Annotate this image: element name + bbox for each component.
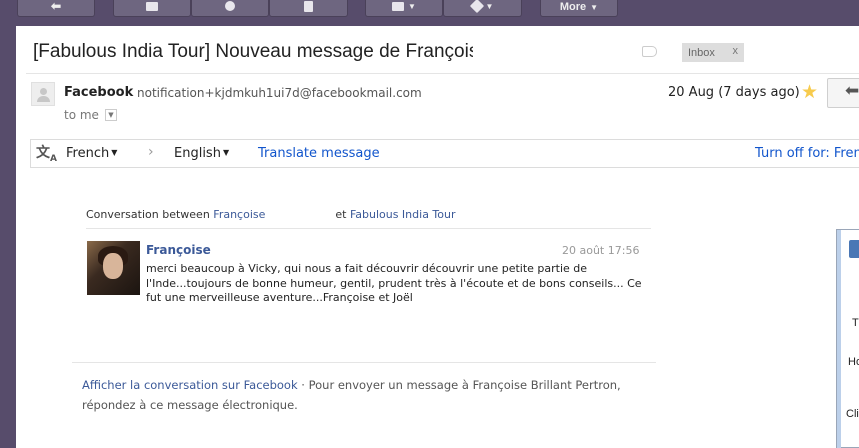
message-subject: [Fabulous India Tour] Nouveau message de… <box>33 41 473 62</box>
message-timestamp: 20 août 17:56 <box>562 244 640 257</box>
sender-avatar <box>31 82 55 106</box>
author-photo[interactable] <box>87 241 140 295</box>
show-details-dropdown[interactable]: ▼ <box>105 109 117 121</box>
move-to-button[interactable]: ▼ <box>365 0 443 17</box>
conversation-conjunction: et <box>335 208 347 221</box>
label-tag-icon <box>469 0 484 14</box>
source-language-select[interactable]: French ▼ <box>66 146 117 161</box>
spam-icon <box>225 1 235 11</box>
sender-name: Facebook <box>64 85 134 100</box>
more-button[interactable]: More ▼ <box>540 0 618 17</box>
turn-off-translation-link[interactable]: Turn off for: French <box>755 146 859 161</box>
arrow-right-icon: › <box>148 144 154 160</box>
participant-link-1[interactable]: Françoise <box>213 208 265 221</box>
chevron-down-icon: ▼ <box>222 148 230 157</box>
label-icon[interactable] <box>642 46 657 57</box>
message-date: 20 Aug (7 days ago) <box>668 85 800 100</box>
participant-link-2[interactable]: Fabulous India Tour <box>350 208 456 221</box>
side-window: T Ho Clic <box>836 229 859 448</box>
archive-icon <box>146 1 158 11</box>
side-text-2: Ho <box>848 356 859 368</box>
message-text: merci beaucoup à Vicky, qui nous a fait … <box>146 262 642 304</box>
inbox-label: Inbox <box>688 46 715 59</box>
translate-bar: 文A French ▼ › English ▼ Translate message … <box>30 139 859 168</box>
target-language: English <box>174 146 221 161</box>
trash-icon <box>304 0 313 12</box>
star-icon[interactable]: ★ <box>801 81 818 103</box>
message-author-link[interactable]: Françoise <box>146 243 211 257</box>
window-icon <box>849 240 859 258</box>
translate-message-link[interactable]: Translate message <box>258 146 380 161</box>
chevron-down-icon: ▼ <box>408 1 416 11</box>
view-on-facebook-link[interactable]: Afficher la conversation sur Facebook <box>82 378 298 392</box>
side-text-3: Clic <box>846 408 859 420</box>
translate-icon: 文A <box>36 145 57 164</box>
conversation-divider <box>86 228 651 229</box>
delete-button[interactable] <box>269 0 348 17</box>
back-arrow-icon: ⬅ <box>50 0 62 13</box>
action-toolbar: ⬅ ▼ ▼ More ▼ <box>0 0 859 26</box>
remove-label-icon[interactable]: x <box>733 45 739 57</box>
more-label: More <box>559 1 587 13</box>
chevron-down-icon: ▼ <box>111 148 118 157</box>
conversation-header: Conversation between Françoise et Fabulo… <box>86 208 456 221</box>
side-text-1: T <box>852 317 859 329</box>
footer-divider <box>72 362 656 363</box>
reply-icon: ⬅ <box>845 81 859 101</box>
folder-icon <box>392 1 405 11</box>
conversation-prefix: Conversation between <box>86 208 210 221</box>
chevron-down-icon: ▼ <box>485 1 494 11</box>
report-spam-button[interactable] <box>191 0 269 17</box>
reply-button[interactable]: ⬅ <box>827 78 859 108</box>
inbox-label-chip[interactable]: Inbox x <box>682 43 744 62</box>
back-button[interactable]: ⬅ <box>17 0 95 17</box>
target-language-select[interactable]: English ▼ <box>174 146 229 161</box>
message-footer: Afficher la conversation sur Facebook · … <box>82 375 642 415</box>
header-divider <box>26 73 859 74</box>
sender-email: notification+kjdmkuh1ui7d@facebookmail.c… <box>137 86 422 100</box>
message-panel: [Fabulous India Tour] Nouveau message de… <box>16 26 859 448</box>
recipient-label: to me <box>64 108 99 122</box>
archive-button[interactable] <box>113 0 191 17</box>
chevron-down-icon: ▼ <box>590 2 599 12</box>
source-language: French <box>66 146 110 161</box>
labels-button[interactable]: ▼ <box>443 0 522 17</box>
